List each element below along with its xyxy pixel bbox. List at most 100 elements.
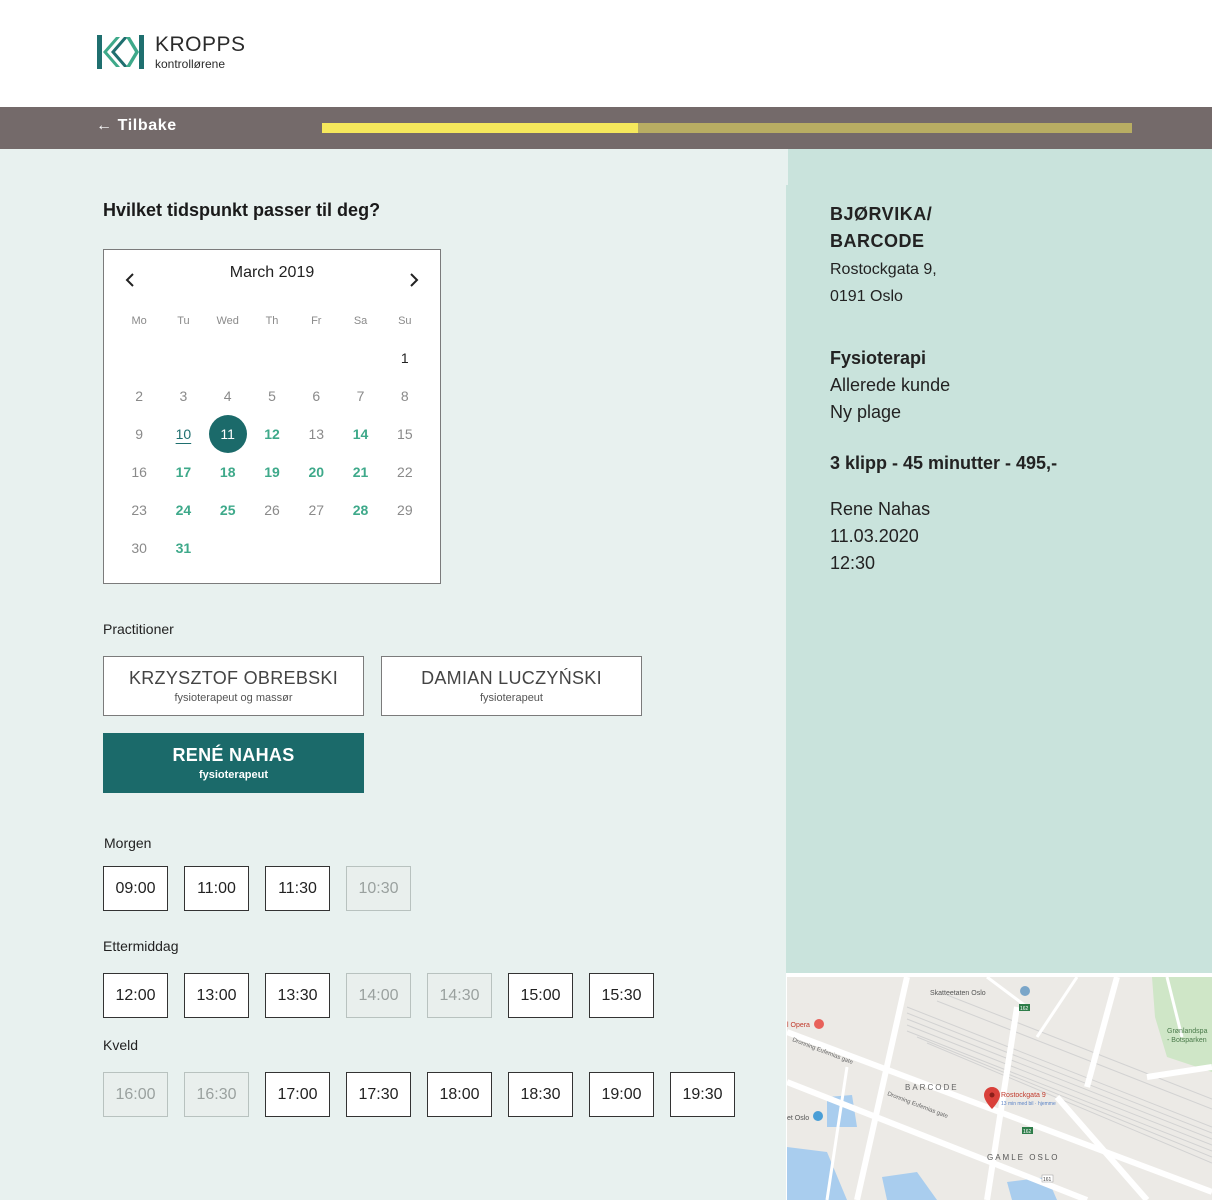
time-slot-button[interactable]: 11:30 <box>265 866 330 911</box>
location-map[interactable]: Skatteetaten Oslo l Opera et Oslo Dronni… <box>787 977 1212 1200</box>
chevron-right-icon[interactable] <box>404 270 424 290</box>
time-slot-unavailable: 16:00 <box>103 1072 168 1117</box>
booking-progress <box>322 123 1132 133</box>
calendar-day-label: 19 <box>264 464 280 480</box>
practitioner-name: KRZYSZTOF OBREBSKI <box>128 668 339 688</box>
calendar-day[interactable]: 12 <box>250 426 294 442</box>
calendar-day: 23 <box>117 502 161 518</box>
map-label-gronland-2: - Botsparken <box>1167 1037 1207 1044</box>
time-group-label: Ettermiddag <box>103 938 179 954</box>
practitioner-option-rene[interactable]: RENÉ NAHAS fysioterapeut <box>103 733 364 793</box>
time-slot-button[interactable]: 17:30 <box>346 1072 411 1117</box>
time-slot-button[interactable]: 13:30 <box>265 973 330 1018</box>
calendar-day: 2 <box>117 388 161 404</box>
summary-service: Fysioterapi <box>830 348 927 368</box>
calendar-day[interactable]: 21 <box>338 464 382 480</box>
calendar-day-label: 14 <box>352 426 369 442</box>
calendar-day-label: 27 <box>308 502 325 518</box>
map-label-opera: l Opera <box>787 1022 810 1029</box>
calendar-day[interactable]: 19 <box>250 464 294 480</box>
time-slot-button[interactable]: 13:00 <box>184 973 249 1018</box>
calendar-day-label: 25 <box>219 502 236 518</box>
map-label-pin-sub: 13 min med bil · hjemme <box>1001 1101 1056 1107</box>
time-slot-button[interactable]: 11:00 <box>184 866 249 911</box>
progress-bar-strip: ← Tilbake <box>0 107 1212 149</box>
calendar-day-label: 24 <box>175 502 192 518</box>
booking-progress-fill <box>322 123 638 133</box>
map-label-gronland-1: Grønlandspa <box>1167 1028 1208 1035</box>
clinic-address-line1: Rostockgata 9, <box>830 261 937 278</box>
calendar-day: 6 <box>294 388 338 404</box>
calendar-week: 1 <box>117 339 427 377</box>
time-slot-unavailable: 14:30 <box>427 973 492 1018</box>
date-picker: March 2019 Mo Tu Wed Th Fr Sa Su 1 2 3 4 5 6 7 8 9 10 11 1… <box>103 249 441 584</box>
calendar-day[interactable]: 24 <box>161 502 205 518</box>
calendar-day[interactable]: 25 <box>206 502 250 518</box>
booking-main: Hvilket tidspunkt passer til deg? March … <box>0 149 786 1200</box>
clinic-address-line2: 0191 Oslo <box>830 288 903 305</box>
calendar-day-label: 3 <box>179 388 188 404</box>
time-slot-button[interactable]: 12:00 <box>103 973 168 1018</box>
map-label-gamle-oslo: GAMLE OSLO <box>987 1153 1059 1162</box>
calendar-day: 27 <box>294 502 338 518</box>
calendar-day: 4 <box>206 388 250 404</box>
calendar-day[interactable]: 11 <box>206 415 250 453</box>
calendar-day-label: 5 <box>268 388 276 404</box>
time-slot-button[interactable]: 15:00 <box>508 973 573 1018</box>
weekday-row: Mo Tu Wed Th Fr Sa Su <box>117 307 427 335</box>
time-slot-button[interactable]: 09:00 <box>103 866 168 911</box>
calendar-day[interactable]: 20 <box>294 464 338 480</box>
calendar-day-label: 26 <box>264 502 280 518</box>
calendar-day-label: 4 <box>223 388 232 404</box>
time-slot-button[interactable]: 18:00 <box>427 1072 492 1117</box>
calendar-day[interactable]: 1 <box>383 350 427 366</box>
practitioner-role: fysioterapeut <box>198 769 269 781</box>
calendar-day: 16 <box>117 464 161 480</box>
map-label-barcode: BARCODE <box>905 1083 959 1092</box>
calendar-day-label: 13 <box>308 426 325 442</box>
calendar-day: 30 <box>117 540 161 556</box>
time-slot-button[interactable]: 19:00 <box>589 1072 654 1117</box>
calendar-grid: Mo Tu Wed Th Fr Sa Su 1 2 3 4 5 6 7 8 9 10 11 12 13 14 15 16 17… <box>117 307 427 567</box>
clinic-name-line2: BARCODE <box>830 231 925 251</box>
time-slot-button[interactable]: 19:30 <box>670 1072 735 1117</box>
calendar-day[interactable]: 31 <box>161 540 205 556</box>
calendar-day-label: 16 <box>131 464 147 480</box>
calendar-day: 5 <box>250 388 294 404</box>
practitioner-role: fysioterapeut og massør <box>174 692 293 704</box>
calendar-day-label: 7 <box>356 388 365 404</box>
calendar-day: 3 <box>161 388 205 404</box>
calendar-day[interactable]: 14 <box>338 426 382 442</box>
back-button[interactable]: ← Tilbake <box>96 117 177 135</box>
map-label-pin-title: Rostockgata 9 <box>1001 1092 1046 1099</box>
calendar-day-label: 9 <box>135 426 144 442</box>
calendar-day-label: 18 <box>219 464 236 480</box>
calendar-day-label: 20 <box>308 464 325 480</box>
brand-title: KROPPS <box>155 33 246 56</box>
practitioner-option-krzysztof[interactable]: KRZYSZTOF OBREBSKI fysioterapeut og mass… <box>103 656 364 716</box>
calendar-day[interactable]: 28 <box>338 502 382 518</box>
time-slot-unavailable: 10:30 <box>346 866 411 911</box>
government-icon <box>1020 986 1030 996</box>
practitioner-name: DAMIAN LUCZYŃSKI <box>421 668 602 688</box>
calendar-day: 7 <box>338 388 382 404</box>
calendar-day[interactable]: 10 <box>161 426 205 442</box>
calendar-day-label: 22 <box>397 464 413 480</box>
map-label-road-162b: 162 <box>1023 1129 1032 1135</box>
practitioner-option-damian[interactable]: DAMIAN LUCZYŃSKI fysioterapeut <box>381 656 642 716</box>
brand-logo[interactable]: KROPPS kontrollørene <box>97 34 246 70</box>
time-slot-button[interactable]: 17:00 <box>265 1072 330 1117</box>
time-slot-button[interactable]: 18:30 <box>508 1072 573 1117</box>
calendar-day-label: 10 <box>175 426 192 442</box>
calendar-day[interactable]: 18 <box>206 464 250 480</box>
weekday-label: Mo <box>131 315 147 327</box>
calendar-day-label: 11 <box>208 415 247 453</box>
calendar-day: 9 <box>117 426 161 442</box>
calendar-day[interactable]: 17 <box>161 464 205 480</box>
calendar-day-label: 2 <box>135 388 144 404</box>
site-header: KROPPS kontrollørene <box>0 0 1212 107</box>
booking-summary: BJØRVIKA/ BARCODE Rostockgata 9, 0191 Os… <box>786 149 1212 973</box>
calendar-week: 16 17 18 19 20 21 22 <box>117 453 427 491</box>
time-slot-button[interactable]: 15:30 <box>589 973 654 1018</box>
summary-package: 3 klipp - 45 minutter - 495,- <box>830 453 1058 473</box>
